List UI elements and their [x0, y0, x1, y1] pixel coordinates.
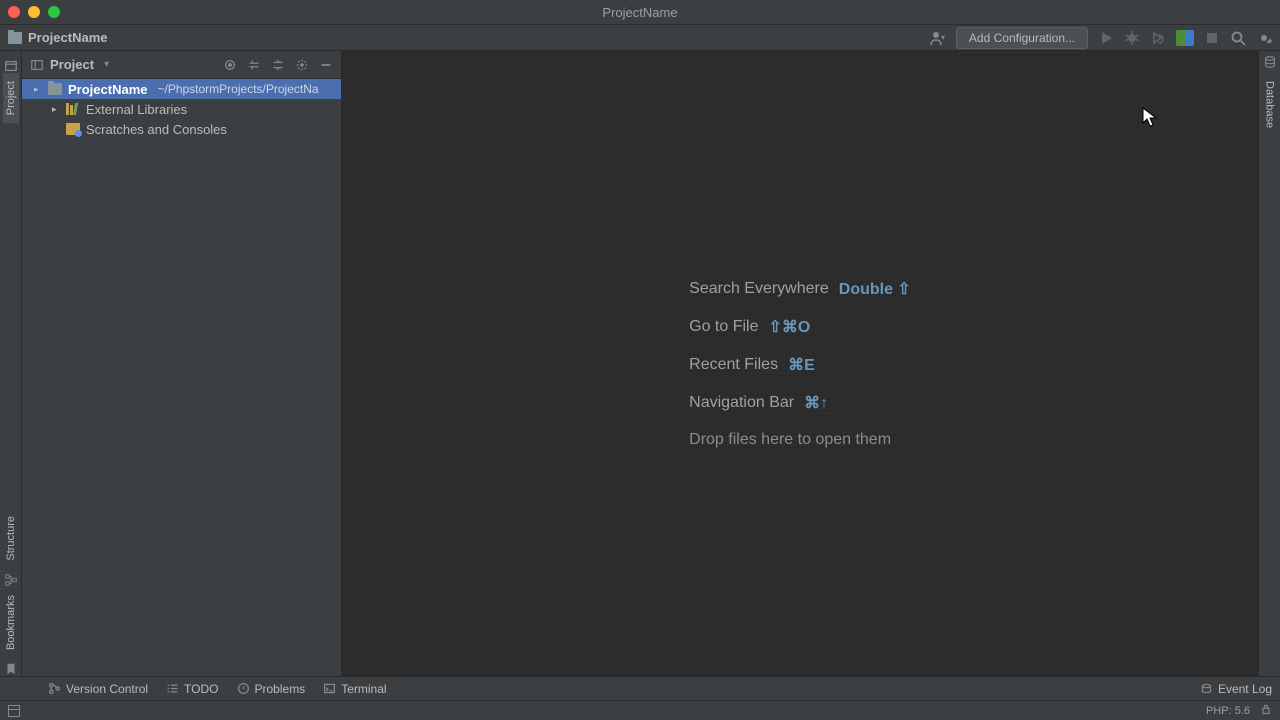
scratches-icon: [66, 123, 80, 135]
hint-goto-file: Go to File ⇧⌘O: [689, 317, 911, 337]
run-icon[interactable]: [1098, 30, 1114, 46]
database-strip-icon: [1263, 55, 1277, 69]
title-bar: ProjectName: [0, 0, 1280, 25]
status-lock-icon[interactable]: [1260, 703, 1272, 718]
hint-recent-files: Recent Files ⌘E: [689, 355, 911, 375]
tree-external-libraries[interactable]: ▸ External Libraries: [22, 99, 341, 119]
structure-strip-icon: [4, 573, 18, 587]
run-with-coverage-icon[interactable]: [1150, 30, 1166, 46]
tool-windows-icon[interactable]: [8, 705, 20, 717]
select-opened-file-icon[interactable]: [223, 58, 237, 72]
project-strip-icon: [4, 59, 18, 73]
close-window-button[interactable]: [8, 6, 20, 18]
code-with-me-icon[interactable]: ▾: [930, 30, 946, 46]
project-tree: ▸ ProjectName ~/PhpstormProjects/Project…: [22, 79, 341, 139]
tree-root-path: ~/PhpstormProjects/ProjectNa: [157, 82, 318, 96]
expand-all-icon[interactable]: [247, 58, 261, 72]
search-icon[interactable]: [1230, 30, 1246, 46]
tree-root-row[interactable]: ▸ ProjectName ~/PhpstormProjects/Project…: [22, 79, 341, 99]
chevron-right-icon: ▸: [52, 104, 60, 115]
chevron-down-icon: ▾: [104, 59, 109, 70]
folder-icon: [48, 83, 62, 95]
profiler-icon[interactable]: [1176, 30, 1194, 46]
project-tool-header: Project ▾: [22, 51, 341, 79]
bottom-tab-todo[interactable]: TODO: [166, 682, 218, 696]
status-php-version[interactable]: PHP: 5.6: [1206, 705, 1250, 717]
hint-nav-bar: Navigation Bar ⌘↑: [689, 393, 911, 413]
folder-icon: [8, 32, 22, 44]
bottom-tool-strip: Version Control TODO Problems Terminal E…: [0, 676, 1280, 700]
status-bar: PHP: 5.6: [0, 700, 1280, 720]
editor-empty-state[interactable]: Search Everywhere Double ⇧ Go to File ⇧⌘…: [342, 51, 1258, 676]
bottom-tab-version-control[interactable]: Version Control: [48, 682, 148, 696]
breadcrumb-project: ProjectName: [28, 30, 107, 45]
left-tab-structure[interactable]: Structure: [3, 508, 19, 569]
left-tab-bookmarks[interactable]: Bookmarks: [3, 587, 19, 658]
navigation-bar: ProjectName ▾ Add Configuration...: [0, 25, 1280, 51]
hint-search-everywhere: Search Everywhere Double ⇧: [689, 279, 911, 299]
minimize-window-button[interactable]: [28, 6, 40, 18]
library-icon: [66, 103, 80, 115]
gear-icon[interactable]: [1256, 30, 1272, 46]
left-tool-strip: Project Structure Bookmarks: [0, 51, 22, 676]
window-controls: [8, 6, 60, 18]
project-view-icon: [30, 58, 44, 72]
stop-icon[interactable]: [1204, 30, 1220, 46]
bookmark-strip-icon: [4, 662, 18, 676]
debug-icon[interactable]: [1124, 30, 1140, 46]
bottom-tab-event-log[interactable]: Event Log: [1200, 682, 1272, 696]
breadcrumb[interactable]: ProjectName: [8, 30, 107, 45]
tree-item-label: External Libraries: [86, 102, 187, 117]
bottom-tab-problems[interactable]: Problems: [237, 682, 306, 696]
tree-root-name: ProjectName: [68, 82, 147, 97]
window-title: ProjectName: [602, 5, 677, 20]
editor-hints: Search Everywhere Double ⇧ Go to File ⇧⌘…: [689, 279, 911, 449]
tree-item-label: Scratches and Consoles: [86, 122, 227, 137]
left-tab-project[interactable]: Project: [3, 73, 19, 123]
maximize-window-button[interactable]: [48, 6, 60, 18]
svg-text:▾: ▾: [941, 33, 945, 42]
add-configuration-button[interactable]: Add Configuration...: [956, 27, 1088, 49]
bottom-tab-terminal[interactable]: Terminal: [323, 682, 386, 696]
hide-icon[interactable]: [319, 58, 333, 72]
project-tool-window: Project ▾ ▸ ProjectName ~/PhpstormProjec…: [22, 51, 342, 676]
hint-drop-files: Drop files here to open them: [689, 431, 911, 449]
project-view-selector[interactable]: Project: [50, 57, 94, 72]
tree-scratches[interactable]: Scratches and Consoles: [22, 119, 341, 139]
right-tool-strip: Database: [1258, 51, 1280, 676]
chevron-right-icon: ▸: [34, 84, 42, 95]
collapse-all-icon[interactable]: [271, 58, 285, 72]
settings-gear-icon[interactable]: [295, 58, 309, 72]
right-tab-database[interactable]: Database: [1262, 73, 1278, 136]
cursor-icon: [1142, 107, 1158, 127]
